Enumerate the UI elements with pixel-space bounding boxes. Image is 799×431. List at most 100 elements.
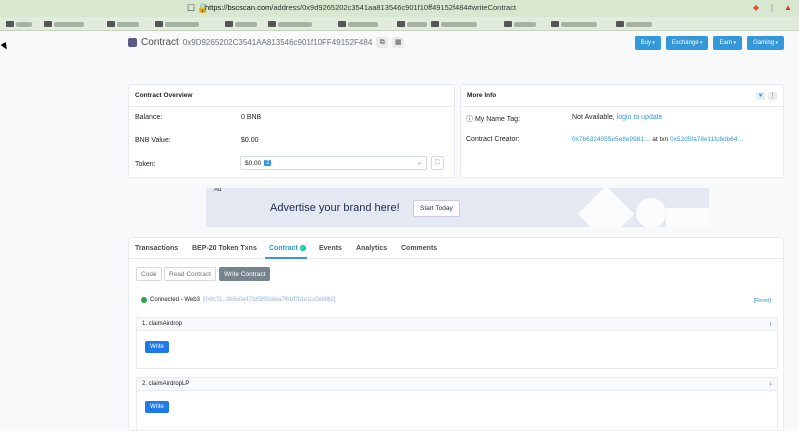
active-tab-indicator <box>265 257 307 259</box>
function-panel-claim-airdrop: 1. claimAirdrop ↓ Write <box>136 317 778 369</box>
brave-rewards-icon[interactable]: ▲ <box>783 3 793 13</box>
folder-icon <box>225 21 233 27</box>
separator-icon: | <box>770 3 774 12</box>
web3-connection-status: Connected - Web3 [0x0c71...0fe5c0e472d58… <box>141 297 335 303</box>
tab-bar: Transactions BEP-20 Token Txns Contract … <box>129 238 783 259</box>
function-title: 1. claimAirdrop <box>142 321 183 327</box>
write-contract-button[interactable]: Write Contract <box>219 267 271 281</box>
bookmark-item[interactable] <box>431 20 477 28</box>
gaming-button[interactable]: Gaming <box>747 36 784 50</box>
write-button[interactable]: Write <box>145 401 169 413</box>
creator-value: 0x7b6324055e5e8e9981… at txn 0x52d5fa78e… <box>572 136 744 143</box>
folder-icon <box>107 21 115 27</box>
tab-analytics[interactable]: Analytics <box>356 245 387 252</box>
connection-status-text: Connected - Web3 <box>150 297 200 303</box>
creator-txn-link[interactable]: 0x52d5fa78e11fc6db64… <box>670 136 744 143</box>
heart-icon[interactable]: ♥ <box>756 91 765 100</box>
folder-icon <box>431 21 439 27</box>
bookmark-item[interactable] <box>551 20 597 28</box>
tab-contract[interactable]: Contract ✓ <box>269 245 306 252</box>
ad-headline: Advertise your brand here! <box>270 202 400 214</box>
tab-bep20-token-txns[interactable]: BEP-20 Token Txns <box>192 245 257 252</box>
function-panel-claim-airdrop-lp: 2. claimAirdropLP ↓ Write <box>136 377 778 431</box>
folder-icon <box>268 21 276 27</box>
arrow-down-icon: ↓ <box>769 381 772 387</box>
contract-tabs-card: Transactions BEP-20 Token Txns Contract … <box>128 237 784 431</box>
url-host: https://bscscan.com <box>205 3 272 12</box>
creator-label: Contract Creator: <box>466 136 520 143</box>
bnb-value-label: BNB Value: <box>135 137 171 144</box>
card-title: Contract Overview <box>135 92 193 99</box>
header-buttons: Buy Exchange Earn Gaming <box>634 36 784 50</box>
bookmark-item[interactable] <box>338 20 378 28</box>
function-header[interactable]: 2. claimAirdropLP ↓ <box>137 378 777 391</box>
bookmark-item[interactable] <box>504 20 536 28</box>
bookmark-item[interactable] <box>6 20 32 28</box>
tab-comments[interactable]: Comments <box>401 245 437 252</box>
address-bar[interactable]: https://bscscan.com/address/0x9d9265202c… <box>205 3 516 12</box>
more-options-icon[interactable]: ⋮ <box>768 91 777 100</box>
buy-button[interactable]: Buy <box>634 36 661 50</box>
folder-icon <box>551 21 559 27</box>
name-tag-value: Not Available, login to update <box>572 114 663 121</box>
copy-icon[interactable]: ⧉ <box>376 37 389 48</box>
name-tag-label: ⓘ My Name Tag: <box>466 116 520 123</box>
login-link[interactable]: login to update <box>617 114 663 121</box>
creator-address-link[interactable]: 0x7b6324055e5e8e9981… <box>572 136 650 143</box>
function-header[interactable]: 1. claimAirdrop ↓ <box>137 318 777 331</box>
bookmark-item[interactable] <box>155 20 199 28</box>
token-count-badge: 2 <box>264 160 272 166</box>
token-value: $0.00 <box>245 159 262 167</box>
more-info-card: More Info ♥ ⋮ ⓘ My Name Tag: Not Availab… <box>460 84 784 178</box>
code-button[interactable]: Code <box>136 267 162 281</box>
write-button[interactable]: Write <box>145 341 169 353</box>
token-dropdown[interactable]: $0.00 2 ⌄ <box>240 156 427 170</box>
folder-icon <box>397 21 405 27</box>
url-path: /address/0x9d9265202c3541aa813546c901f10… <box>271 3 516 12</box>
bookmark-item[interactable] <box>44 20 84 28</box>
connected-dot-icon <box>141 297 147 303</box>
ad-banner[interactable]: Ad Advertise your brand here! Start Toda… <box>206 188 709 227</box>
help-icon: ⓘ <box>466 116 475 123</box>
bookmarks-bar <box>0 17 799 31</box>
balance-label: Balance: <box>135 114 163 121</box>
arrow-down-icon: ↓ <box>769 321 772 327</box>
expand-icon[interactable]: ⛶ <box>431 156 444 170</box>
verified-check-icon: ✓ <box>299 245 306 251</box>
chevron-down-icon: ⌄ <box>416 160 422 166</box>
folder-icon <box>504 21 512 27</box>
exchange-button[interactable]: Exchange <box>665 36 709 50</box>
bookmark-item[interactable] <box>397 20 427 28</box>
tab-events[interactable]: Events <box>319 245 342 252</box>
earn-button[interactable]: Earn <box>713 36 743 50</box>
qr-code-icon[interactable]: ▦ <box>392 37 405 48</box>
card-title: More Info <box>467 92 497 99</box>
function-title: 2. claimAirdropLP <box>142 381 190 387</box>
connected-wallet-address[interactable]: [0x0c71...0fe5c0e472d5893c6ea7f61d7b1e1c… <box>203 297 335 303</box>
ad-label: Ad <box>214 188 222 193</box>
page-content: Contract 0x9D9265202C3541AA813546c901f10… <box>0 31 799 431</box>
folder-icon <box>6 21 14 27</box>
token-label: Token: <box>135 161 156 168</box>
folder-icon <box>44 21 52 27</box>
folder-icon <box>155 21 163 27</box>
read-contract-button[interactable]: Read Contract <box>164 267 216 281</box>
ad-cta-button[interactable]: Start Today <box>413 200 460 217</box>
bookmark-item[interactable] <box>268 20 312 28</box>
folder-icon <box>616 21 624 27</box>
bookmark-item[interactable] <box>616 20 652 28</box>
mouse-cursor-icon <box>0 41 10 52</box>
reset-link[interactable]: [Reset] <box>754 298 771 304</box>
title-label: Contract <box>141 37 179 48</box>
bookmark-icon[interactable]: ☐ <box>186 3 196 13</box>
brave-shield-icon[interactable]: ◆ <box>751 3 761 13</box>
contract-icon <box>128 38 137 47</box>
tab-transactions[interactable]: Transactions <box>135 245 178 252</box>
bookmark-item[interactable] <box>225 20 257 28</box>
balance-value: 0 BNB <box>241 114 262 121</box>
page-title: Contract 0x9D9265202C3541AA813546c901f10… <box>128 37 405 48</box>
bookmark-item[interactable] <box>107 20 139 28</box>
bnb-value: $0.00 <box>241 137 259 144</box>
folder-icon <box>338 21 346 27</box>
contract-address: 0x9D9265202C3541AA813546c901f10FF49152F4… <box>182 38 373 47</box>
